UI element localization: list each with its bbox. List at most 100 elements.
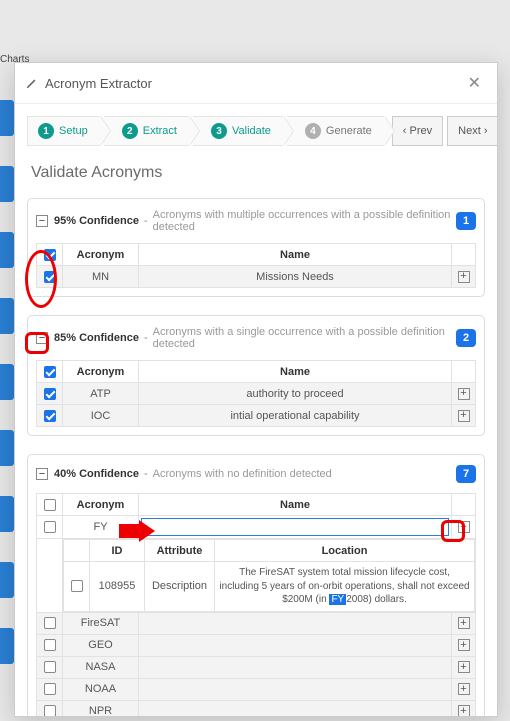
acronym-extractor-dialog: Acronym Extractor ✕ 1 Setup 2 Extract 3 …: [14, 62, 498, 717]
cell-acronym: NOAA: [63, 678, 139, 700]
row-checkbox[interactable]: [44, 521, 56, 533]
acronym-table: Acronym Name MN Missions Needs +: [36, 243, 476, 288]
table-row[interactable]: MN Missions Needs +: [37, 266, 476, 288]
row-checkbox[interactable]: [44, 639, 56, 651]
cell-acronym: ATP: [63, 383, 139, 405]
row-checkbox[interactable]: [44, 683, 56, 695]
next-button[interactable]: Next ›: [447, 116, 497, 146]
expand-row-icon[interactable]: +: [458, 617, 470, 629]
step-setup[interactable]: 1 Setup: [27, 116, 100, 146]
col-location: Location: [215, 540, 475, 562]
row-checkbox[interactable]: [44, 388, 56, 400]
expand-row-icon[interactable]: +: [458, 410, 470, 422]
col-name: Name: [139, 361, 452, 383]
detail-table: ID Attribute Location 108955 Description…: [63, 539, 475, 612]
dialog-body: 1 Setup 2 Extract 3 Validate 4 Generate …: [15, 104, 497, 716]
select-all-checkbox[interactable]: [44, 499, 56, 511]
page-title: Validate Acronyms: [31, 164, 481, 182]
col-name: Name: [139, 494, 452, 516]
cell-acronym: NPR: [63, 700, 139, 716]
cell-acronym: FireSAT: [63, 612, 139, 634]
acronym-table: Acronym Name ATP authority to proceed + …: [36, 360, 476, 427]
close-button[interactable]: ✕: [462, 71, 487, 95]
expand-row-icon[interactable]: +: [458, 705, 470, 716]
step-generate[interactable]: 4 Generate: [287, 116, 384, 146]
cell-name: [139, 678, 452, 700]
expand-row-icon[interactable]: +: [458, 683, 470, 695]
table-row[interactable]: FireSAT +: [37, 612, 476, 634]
step-number: 2: [122, 123, 138, 139]
step-label: Setup: [59, 125, 88, 137]
row-checkbox[interactable]: [44, 705, 56, 716]
col-acronym: Acronym: [63, 494, 139, 516]
table-row[interactable]: ATP authority to proceed +: [37, 383, 476, 405]
cell-name: intial operational capability: [139, 405, 452, 427]
confidence-label: 85% Confidence: [54, 332, 139, 344]
table-row[interactable]: NASA +: [37, 656, 476, 678]
name-input[interactable]: [141, 518, 449, 536]
confidence-desc: Acronyms with multiple occurrences with …: [153, 209, 456, 233]
table-row-fy[interactable]: FY −: [37, 516, 476, 539]
col-name: Name: [139, 244, 452, 266]
expand-row-icon[interactable]: +: [458, 388, 470, 400]
table-row[interactable]: IOC intial operational capability +: [37, 405, 476, 427]
select-all-checkbox[interactable]: [44, 249, 56, 261]
cell-name: Missions Needs: [139, 266, 452, 288]
cell-attribute: Description: [145, 562, 215, 612]
cell-acronym: IOC: [63, 405, 139, 427]
collapse-toggle[interactable]: −: [36, 215, 48, 227]
wizard-steps: 1 Setup 2 Extract 3 Validate 4 Generate …: [27, 116, 485, 146]
step-number: 4: [305, 123, 321, 139]
confidence-desc: Acronyms with a single occurrence with a…: [153, 326, 456, 350]
confidence-panel-40: − 40% Confidence - Acronyms with no defi…: [27, 454, 485, 716]
step-number: 3: [211, 123, 227, 139]
count-badge: 2: [456, 329, 476, 347]
confidence-label: 40% Confidence: [54, 468, 139, 480]
cell-acronym: NASA: [63, 656, 139, 678]
expand-row-icon[interactable]: +: [458, 271, 470, 283]
step-validate[interactable]: 3 Validate: [193, 116, 283, 146]
col-acronym: Acronym: [63, 361, 139, 383]
row-checkbox[interactable]: [44, 617, 56, 629]
prev-button[interactable]: ‹ Prev: [392, 116, 443, 146]
cell-name: [139, 656, 452, 678]
table-row[interactable]: GEO +: [37, 634, 476, 656]
row-checkbox[interactable]: [44, 661, 56, 673]
select-all-checkbox[interactable]: [44, 366, 56, 378]
count-badge: 7: [456, 465, 476, 483]
cell-name: authority to proceed: [139, 383, 452, 405]
dialog-title: Acronym Extractor: [45, 76, 462, 91]
row-checkbox[interactable]: [44, 271, 56, 283]
confidence-panel-85: − 85% Confidence - Acronyms with a singl…: [27, 315, 485, 436]
cell-id: 108955: [90, 562, 145, 612]
row-checkbox[interactable]: [71, 580, 83, 592]
confidence-label: 95% Confidence: [54, 215, 139, 227]
step-label: Extract: [143, 125, 177, 137]
row-checkbox[interactable]: [44, 410, 56, 422]
cell-name: [139, 612, 452, 634]
table-row[interactable]: NOAA +: [37, 678, 476, 700]
step-extract[interactable]: 2 Extract: [104, 116, 189, 146]
cell-name: [139, 634, 452, 656]
expand-row-icon[interactable]: +: [458, 639, 470, 651]
pencil-icon: [25, 76, 39, 90]
cell-acronym: FY: [63, 516, 139, 539]
cell-acronym: MN: [63, 266, 139, 288]
background-side-tabs: [0, 100, 14, 700]
cell-acronym: GEO: [63, 634, 139, 656]
prev-label: Prev: [410, 125, 433, 137]
collapse-toggle[interactable]: −: [36, 332, 48, 344]
confidence-panel-95: − 95% Confidence - Acronyms with multipl…: [27, 198, 485, 297]
confidence-desc: Acronyms with no definition detected: [153, 468, 456, 480]
collapse-row-icon[interactable]: −: [458, 521, 470, 533]
count-badge: 1: [456, 212, 476, 230]
table-row[interactable]: NPR +: [37, 700, 476, 716]
expand-row-icon[interactable]: +: [458, 661, 470, 673]
chevron-right-icon: ›: [484, 125, 488, 137]
collapse-toggle[interactable]: −: [36, 468, 48, 480]
col-acronym: Acronym: [63, 244, 139, 266]
cell-location: The FireSAT system total mission lifecyc…: [215, 562, 475, 612]
step-number: 1: [38, 123, 54, 139]
detail-row[interactable]: 108955 Description The FireSAT system to…: [64, 562, 475, 612]
acronym-table: Acronym Name FY −: [36, 493, 476, 716]
